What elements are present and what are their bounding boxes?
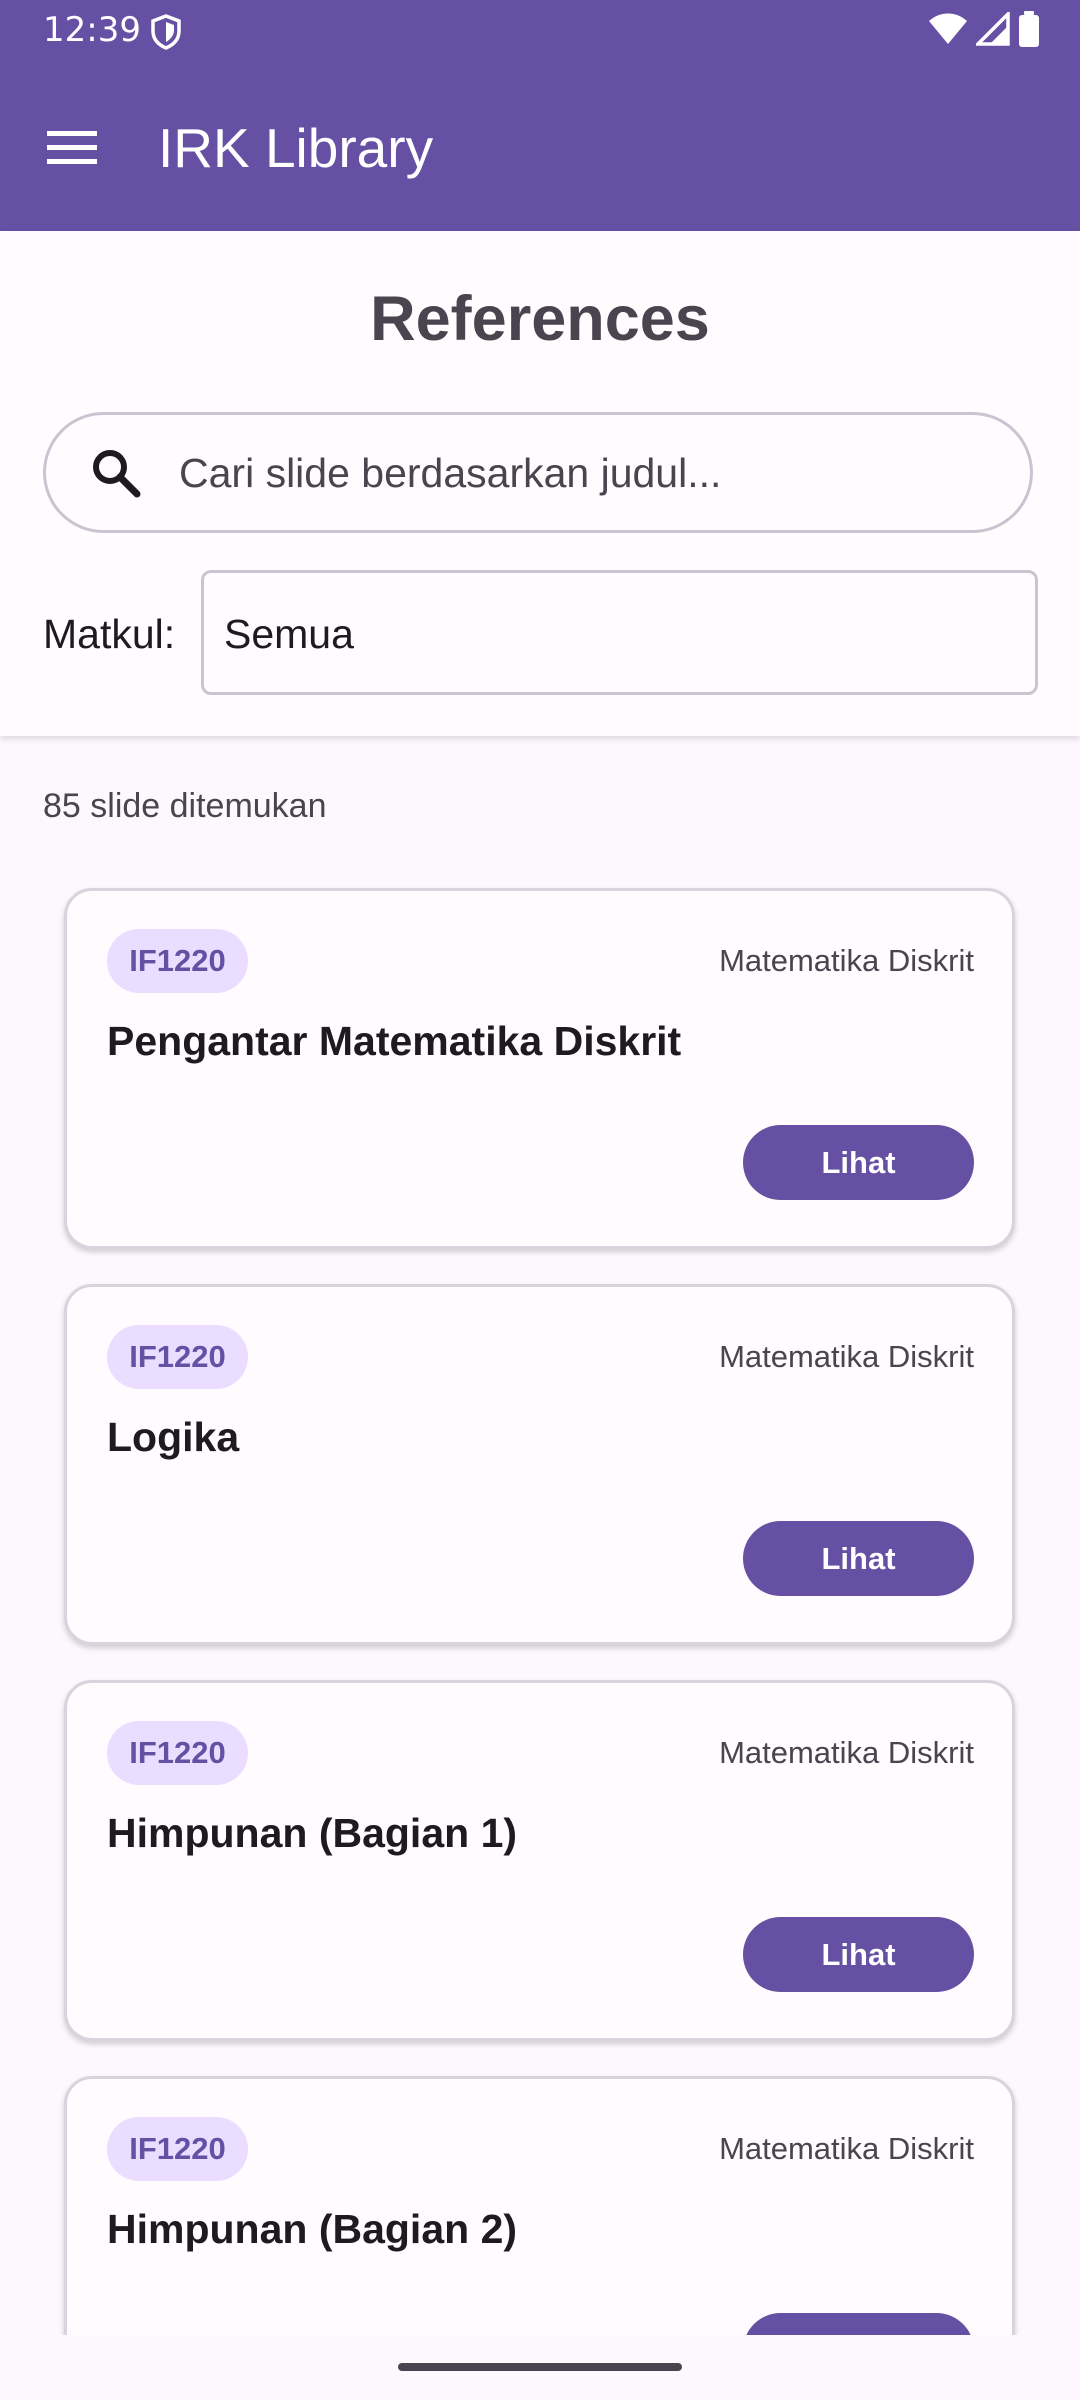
status-icons: [928, 9, 1040, 51]
status-time: 12:39: [43, 10, 141, 50]
course-filter-value: Semua: [224, 611, 354, 657]
slide-title: Pengantar Matematika Diskrit: [107, 1018, 682, 1064]
top-app-bar: 12:39 IRK Library: [0, 0, 1080, 231]
slide-list[interactable]: IF1220 Matematika Diskrit Pengantar Mate…: [0, 860, 1080, 2335]
slide-card: IF1220 Matematika Diskrit Pengantar Mate…: [64, 888, 1015, 1249]
wifi-icon: [928, 12, 968, 50]
course-filter-select[interactable]: Semua: [201, 570, 1038, 695]
view-button[interactable]: Lihat: [743, 1125, 974, 1200]
course-name: Matematika Diskrit: [719, 1339, 974, 1374]
course-name: Matematika Diskrit: [719, 943, 974, 978]
slide-card: IF1220 Matematika Diskrit Himpunan (Bagi…: [64, 2076, 1015, 2335]
search-icon: [90, 447, 142, 499]
course-code-badge: IF1220: [107, 1721, 248, 1785]
course-code-badge: IF1220: [107, 929, 248, 993]
slide-title: Himpunan (Bagian 1): [107, 1810, 518, 1856]
hamburger-menu-icon[interactable]: [36, 112, 108, 184]
course-code-badge: IF1220: [107, 1325, 248, 1389]
search-bar[interactable]: [43, 412, 1033, 533]
filter-panel: References Matkul: Semua: [0, 231, 1080, 736]
app-title: IRK Library: [158, 117, 434, 179]
slide-title: Himpunan (Bagian 2): [107, 2206, 518, 2252]
gesture-navigation-handle[interactable]: [398, 2363, 682, 2371]
view-button[interactable]: Lihat: [743, 1521, 974, 1596]
shield-icon: [150, 14, 182, 50]
course-filter-label: Matkul:: [43, 611, 176, 657]
view-button[interactable]: Lihat: [743, 2313, 974, 2335]
view-button[interactable]: Lihat: [743, 1917, 974, 1992]
slide-title: Logika: [107, 1414, 240, 1460]
course-name: Matematika Diskrit: [719, 1735, 974, 1770]
page-title: References: [370, 284, 710, 354]
cellular-signal-icon: [973, 9, 1010, 50]
search-input[interactable]: [179, 439, 999, 507]
slide-card: IF1220 Matematika Diskrit Logika Lihat: [64, 1284, 1015, 1645]
slide-card: IF1220 Matematika Diskrit Himpunan (Bagi…: [64, 1680, 1015, 2041]
course-code-badge: IF1220: [107, 2117, 248, 2181]
result-count: 85 slide ditemukan: [43, 787, 327, 825]
status-bar: 12:39: [0, 0, 1080, 62]
course-name: Matematika Diskrit: [719, 2131, 974, 2166]
battery-icon: [1018, 11, 1040, 51]
